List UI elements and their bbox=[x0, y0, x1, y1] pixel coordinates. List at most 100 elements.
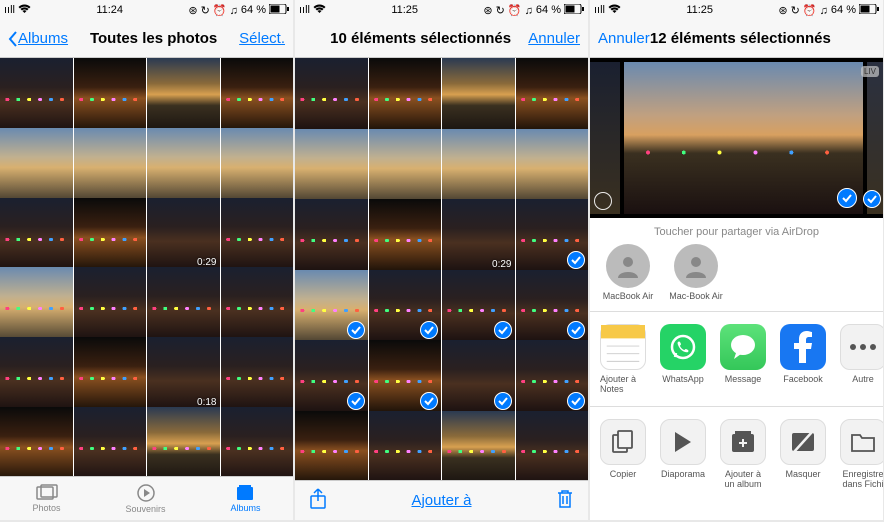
photo-thumb[interactable] bbox=[221, 58, 294, 131]
action-slideshow[interactable]: Diaporama bbox=[660, 419, 706, 489]
app-messages[interactable]: Message bbox=[720, 324, 766, 394]
photo-thumb[interactable] bbox=[516, 58, 589, 131]
photo-thumb-selected[interactable] bbox=[516, 270, 589, 343]
airdrop-contact[interactable]: Mac-Book Air bbox=[668, 244, 724, 301]
status-time: 11:24 bbox=[96, 4, 123, 16]
deselect-circle-icon[interactable] bbox=[594, 192, 612, 210]
app-label: Ajouter à Notes bbox=[600, 374, 646, 394]
photo-thumb[interactable] bbox=[0, 198, 73, 271]
photo-thumb[interactable] bbox=[0, 58, 73, 131]
status-time: 11:25 bbox=[686, 4, 713, 16]
tab-souvenirs[interactable]: Souvenirs bbox=[125, 483, 165, 514]
nav-bar: 10 éléments sélectionnés Annuler bbox=[295, 20, 588, 58]
photo-thumb[interactable] bbox=[0, 128, 73, 201]
airdrop-contact[interactable]: MacBook Air bbox=[600, 244, 656, 301]
action-save-files[interactable]: Enregistre dans Fichi bbox=[840, 419, 883, 489]
trash-button[interactable] bbox=[556, 489, 574, 513]
photo-thumb-selected[interactable] bbox=[516, 199, 589, 272]
share-preview-strip[interactable]: LIV bbox=[590, 58, 883, 218]
preview-thumb[interactable] bbox=[590, 62, 620, 214]
photo-thumb[interactable] bbox=[295, 411, 368, 481]
action-label: Diaporama bbox=[661, 469, 705, 479]
photo-thumb[interactable] bbox=[295, 58, 368, 131]
share-actions-row: Copier Diaporama Ajouter à un album Masq… bbox=[590, 407, 883, 501]
contact-label: MacBook Air bbox=[603, 291, 654, 301]
check-icon bbox=[347, 392, 365, 410]
photo-thumb[interactable] bbox=[221, 128, 294, 201]
photo-thumb[interactable] bbox=[295, 129, 368, 202]
photo-thumb[interactable] bbox=[221, 337, 294, 410]
action-label: Masquer bbox=[785, 469, 820, 479]
photo-thumb[interactable] bbox=[74, 128, 147, 201]
app-more[interactable]: Autre bbox=[840, 324, 883, 394]
app-notes[interactable]: Ajouter à Notes bbox=[600, 324, 646, 394]
photo-thumb-selected[interactable] bbox=[369, 340, 442, 413]
share-button[interactable] bbox=[309, 488, 327, 514]
preview-thumb-selected[interactable]: LIV bbox=[867, 62, 883, 214]
video-thumb[interactable]: 0:18 bbox=[147, 337, 220, 410]
action-hide[interactable]: Masquer bbox=[780, 419, 826, 489]
app-facebook[interactable]: Facebook bbox=[780, 324, 826, 394]
status-bar: ııll 11:24 ⊛ ↻ ⏰ ♫ 64 % bbox=[0, 0, 293, 20]
photo-thumb[interactable] bbox=[369, 199, 442, 272]
photo-thumb-selected[interactable] bbox=[442, 270, 515, 343]
photo-thumb[interactable] bbox=[369, 129, 442, 202]
cancel-button[interactable]: Annuler bbox=[598, 30, 650, 47]
photo-thumb[interactable] bbox=[221, 407, 294, 476]
play-icon bbox=[660, 419, 706, 465]
photo-thumb-selected[interactable] bbox=[295, 340, 368, 413]
photo-thumb[interactable] bbox=[147, 267, 220, 340]
photo-thumb[interactable] bbox=[74, 58, 147, 131]
video-thumb[interactable]: 0:29 bbox=[442, 199, 515, 272]
photo-thumb[interactable] bbox=[369, 58, 442, 131]
photo-thumb-selected[interactable] bbox=[516, 340, 589, 413]
action-label: Ajouter à un album bbox=[720, 469, 766, 489]
photo-thumb[interactable] bbox=[74, 407, 147, 476]
photo-thumb-selected[interactable] bbox=[295, 270, 368, 343]
photo-thumb[interactable] bbox=[74, 337, 147, 410]
back-button[interactable]: Albums bbox=[8, 30, 68, 47]
photo-thumb[interactable] bbox=[147, 58, 220, 131]
photo-thumb[interactable] bbox=[516, 411, 589, 481]
add-to-button[interactable]: Ajouter à bbox=[411, 492, 471, 509]
photo-thumb[interactable] bbox=[221, 267, 294, 340]
photo-thumb[interactable] bbox=[74, 267, 147, 340]
tab-albums[interactable]: Albums bbox=[230, 484, 260, 513]
photo-thumb[interactable] bbox=[147, 407, 220, 476]
signal-icon: ııll bbox=[299, 4, 310, 16]
check-icon bbox=[567, 321, 585, 339]
screen-selection: ııll 11:25 ⊛ ↻ ⏰ ♫ 64 % 10 éléments séle… bbox=[295, 0, 588, 520]
battery-pct: 64 % bbox=[536, 4, 561, 16]
photo-thumb[interactable] bbox=[295, 199, 368, 272]
photo-thumb[interactable] bbox=[442, 129, 515, 202]
app-whatsapp[interactable]: WhatsApp bbox=[660, 324, 706, 394]
photo-thumb[interactable] bbox=[0, 267, 73, 340]
check-icon bbox=[567, 392, 585, 410]
photo-thumb[interactable] bbox=[74, 198, 147, 271]
photo-thumb[interactable] bbox=[442, 58, 515, 131]
photo-thumb-selected[interactable] bbox=[442, 340, 515, 413]
live-badge: LIV bbox=[861, 66, 879, 77]
wifi-icon bbox=[18, 4, 31, 17]
select-button[interactable]: Sélect. bbox=[239, 30, 285, 47]
nav-bar: Annuler 12 éléments sélectionnés bbox=[590, 20, 883, 58]
page-title: Toutes les photos bbox=[90, 30, 217, 47]
folder-icon bbox=[840, 419, 883, 465]
status-icons: ⊛ ↻ ⏰ ♫ bbox=[188, 4, 238, 17]
screen-photos-grid: ııll 11:24 ⊛ ↻ ⏰ ♫ 64 % Albums Toutes le… bbox=[0, 0, 293, 520]
avatar-icon bbox=[606, 244, 650, 288]
photo-thumb-selected[interactable] bbox=[369, 270, 442, 343]
preview-thumb-selected[interactable] bbox=[624, 62, 863, 214]
video-thumb[interactable]: 0:29 bbox=[147, 198, 220, 271]
photo-thumb[interactable] bbox=[442, 411, 515, 481]
photo-thumb[interactable] bbox=[147, 128, 220, 201]
photo-thumb[interactable] bbox=[221, 198, 294, 271]
action-add-album[interactable]: Ajouter à un album bbox=[720, 419, 766, 489]
photo-thumb[interactable] bbox=[516, 129, 589, 202]
photo-thumb[interactable] bbox=[0, 337, 73, 410]
action-copy[interactable]: Copier bbox=[600, 419, 646, 489]
photo-thumb[interactable] bbox=[0, 407, 73, 476]
photo-thumb[interactable] bbox=[369, 411, 442, 481]
cancel-button[interactable]: Annuler bbox=[528, 30, 580, 47]
tab-photos[interactable]: Photos bbox=[32, 484, 60, 513]
